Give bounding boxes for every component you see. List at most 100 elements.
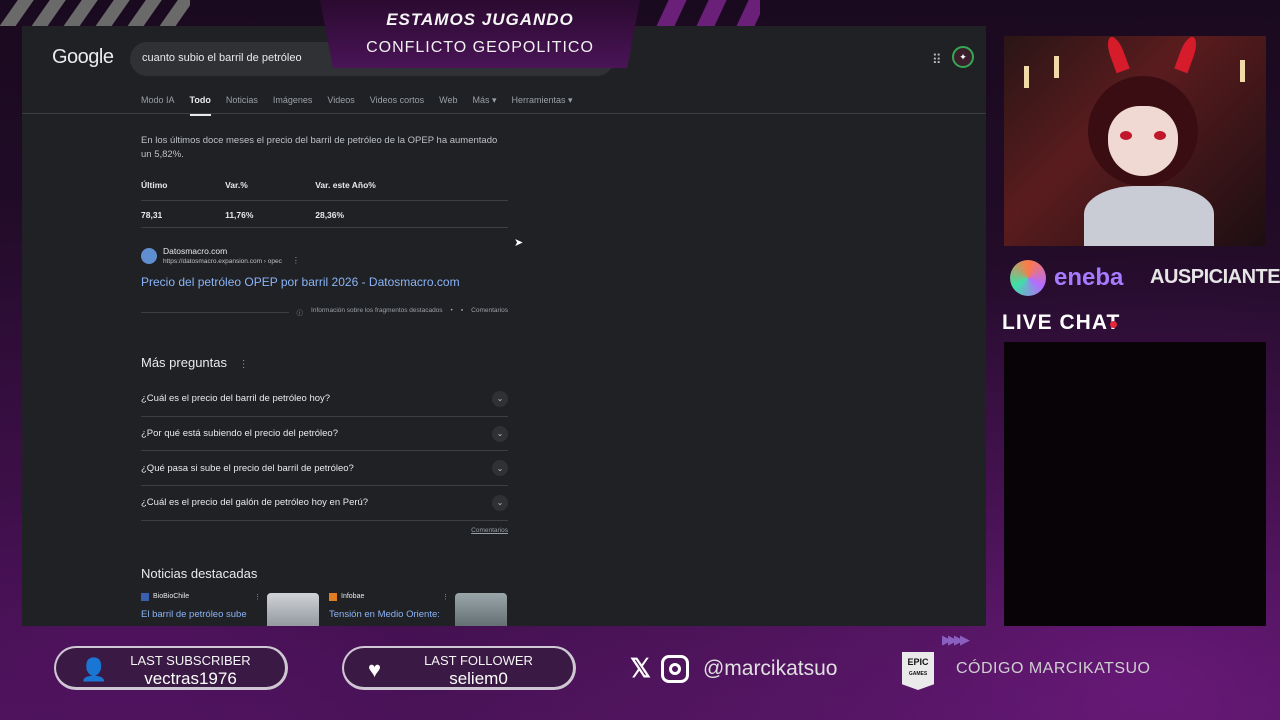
title-banner: ESTAMOS JUGANDO CONFLICTO GEOPOLITICO (300, 0, 660, 70)
faq-question: ¿Cuál es el precio del barril de petróle… (141, 393, 331, 405)
chevron-down-icon[interactable]: ⌄ (492, 494, 508, 511)
results: En los últimos doce meses el precio del … (141, 134, 508, 626)
google-logo[interactable]: Google (52, 46, 114, 69)
tab-8[interactable]: Herramientas ▾ (512, 95, 573, 116)
candle-icon (1054, 56, 1059, 78)
faq-item[interactable]: ¿Cuál es el precio del barril de petróle… (141, 382, 508, 417)
tab-0[interactable]: Modo IA (141, 95, 175, 116)
source-row[interactable]: Datosmacro.com https://datosmacro.expans… (141, 246, 508, 265)
tab-2[interactable]: Noticias (226, 95, 258, 116)
mouse-cursor-icon: ➤ (514, 237, 524, 249)
more-questions-title: Más preguntas ⋮ (141, 355, 508, 370)
banner-line2: CONFLICTO GEOPOLITICO (366, 39, 594, 56)
news-list: BioBioChile ⋮ El barril de petróleo sube … (141, 592, 508, 626)
instagram-icon (660, 654, 689, 683)
banner-line1: ESTAMOS JUGANDO (386, 10, 574, 29)
news-card[interactable]: BioBioChile ⋮ El barril de petróleo sube … (141, 592, 319, 626)
snippet-table: Último Var.% Var. este Año% 78,31 11,76%… (141, 180, 508, 228)
tab-3[interactable]: Imágenes (273, 95, 313, 116)
news-headline[interactable]: El barril de petróleo sube con fuerza po… (141, 607, 261, 626)
sponsor-logo: eneba (1010, 260, 1123, 296)
faq-question: ¿Por qué está subiendo el precio del pet… (141, 428, 338, 440)
live-chat-title: LIVE CHAT (1002, 311, 1121, 334)
tab-1[interactable]: Todo (189, 95, 211, 116)
apps-grid-icon[interactable]: ⠿ (932, 52, 942, 68)
candle-icon (1024, 66, 1029, 88)
news-source-name: Infobae (341, 593, 365, 601)
table-row: 78,31 11,76% 28,36% (141, 200, 508, 228)
snippet-text: En los últimos doce meses el precio del … (141, 135, 498, 160)
chevron-down-icon[interactable]: ⌄ (492, 460, 508, 477)
character-face (1108, 106, 1178, 176)
news-source-name: BioBioChile (153, 593, 190, 601)
chat-box (1004, 342, 1266, 626)
subscriber-value: vectras1976 (144, 669, 237, 688)
table-header: Var.% (225, 180, 316, 201)
decor-stripes (0, 0, 190, 26)
sponsor-brand: eneba (1054, 264, 1124, 291)
social-handles: 𝕏 @marcikatsuo (630, 653, 837, 684)
news-headline[interactable]: Tensión en Medio Oriente: el petróleo ya… (329, 607, 449, 626)
faq-item[interactable]: ¿Cuál es el precio del galón de petróleo… (141, 486, 508, 521)
chevron-down-icon[interactable]: ⌄ (492, 390, 508, 407)
character-eye (1120, 131, 1132, 140)
more-vert-icon[interactable]: ⋮ (442, 593, 449, 601)
result-link[interactable]: Precio del petróleo OPEP por barril 2026… (141, 275, 508, 289)
tab-4[interactable]: Videos (327, 95, 354, 116)
faq-item[interactable]: ¿Qué pasa si sube el precio del barril d… (141, 451, 508, 487)
table-cell: 28,36% (315, 200, 508, 228)
news-thumbnail[interactable] (267, 592, 319, 626)
horn-icon (1174, 36, 1200, 74)
more-vert-icon[interactable]: ⋮ (292, 256, 300, 265)
last-follower-badge: ♥ LAST FOLLOWER seliem0 (342, 646, 576, 690)
horn-icon (1104, 36, 1130, 74)
search-tabs: Modo IA Todo Noticias Imágenes Videos Videos … (141, 95, 588, 116)
faq-question: ¿Qué pasa si sube el precio del barril d… (141, 462, 354, 474)
news-thumbnail[interactable] (455, 592, 507, 626)
snippet-footer: ⓘ Información sobre los fragmentos desta… (141, 307, 508, 317)
table-cell: 11,76% (225, 200, 316, 228)
news-source: Infobae ⋮ (329, 592, 449, 601)
more-vert-icon[interactable]: ⋮ (239, 359, 249, 370)
social-handle: @marcikatsuo (702, 656, 838, 680)
follower-label: LAST FOLLOWER (424, 653, 533, 668)
faq-comments-link[interactable]: Comentarios (141, 527, 508, 534)
source-url: https://datosmacro.expansion.com › opec (163, 258, 282, 265)
faq-question: ¿Cuál es el precio del galón de petróleo… (141, 497, 369, 509)
faq-item[interactable]: ¿Por qué está subiendo el precio del pet… (141, 417, 508, 452)
table-header: Último (141, 180, 226, 201)
epic-games-icon: EPIC GAMES (902, 652, 934, 690)
divider (141, 311, 289, 313)
browser-window: Google cuanto subio el barril de petróle… (22, 26, 986, 626)
info-icon: ⓘ (296, 310, 304, 317)
snippet-info-link[interactable]: Información sobre los fragmentos destaca… (311, 307, 443, 317)
tab-6[interactable]: Web (439, 95, 457, 116)
table-cell: 78,31 (141, 200, 226, 228)
source-name: Datosmacro.com (163, 246, 228, 256)
eneba-logo-icon (1010, 260, 1046, 296)
creator-code: CÓDIGO MARCIKATSUO (956, 660, 1151, 677)
live-indicator-icon (1110, 321, 1117, 328)
arrows-decor-icon: ▶▶▶▶ (942, 632, 970, 647)
sponsor-label: AUSPICIANTE (1150, 266, 1280, 288)
character-body (1084, 186, 1214, 246)
more-questions-title-text: Más preguntas (141, 355, 227, 370)
separator-dot: • (450, 307, 453, 314)
tab-7[interactable]: Más ▾ (472, 95, 496, 116)
candle-icon (1240, 60, 1245, 82)
tab-5[interactable]: Videos cortos (370, 95, 424, 116)
table-header: Var. este Año% (315, 180, 508, 201)
more-vert-icon[interactable]: ⋮ (254, 593, 261, 601)
snippet-comments-link[interactable]: Comentarios (471, 307, 508, 317)
follower-value: seliem0 (449, 669, 508, 688)
avatar[interactable]: ✦ (952, 46, 974, 68)
x-twitter-icon: 𝕏 (630, 653, 651, 683)
globe-icon (141, 247, 157, 264)
source-favicon-icon (329, 592, 337, 601)
news-source: BioBioChile ⋮ (141, 592, 261, 601)
news-card[interactable]: Infobae ⋮ Tensión en Medio Oriente: el pe… (329, 592, 507, 626)
last-subscriber-badge: 👤 LAST SUBSCRIBER vectras1976 (54, 646, 288, 690)
faq-list: ¿Cuál es el precio del barril de petróle… (141, 382, 508, 521)
chevron-down-icon[interactable]: ⌄ (492, 425, 508, 442)
character-eye (1154, 131, 1166, 140)
